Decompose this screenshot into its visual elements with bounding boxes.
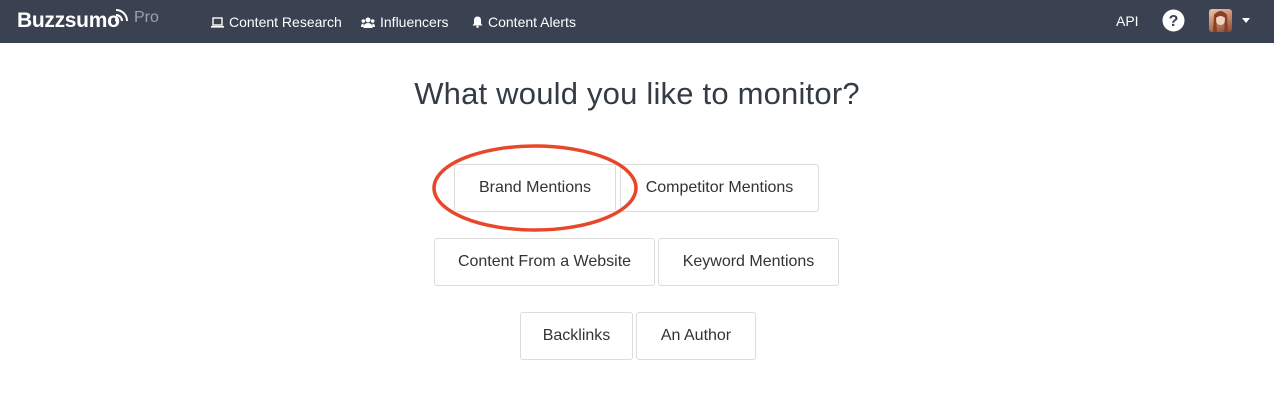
nav-label: Content Research xyxy=(229,14,342,30)
nav-label: Content Alerts xyxy=(488,14,576,30)
brand-pro-label: Pro xyxy=(134,9,159,26)
nav-content-research[interactable]: Content Research xyxy=(211,13,342,31)
top-navbar: Buzzsumo Pro Content Research Influencer… xyxy=(0,0,1274,43)
an-author-button[interactable]: An Author xyxy=(636,312,756,360)
laptop-icon xyxy=(211,16,224,28)
svg-text:?: ? xyxy=(1169,13,1179,30)
avatar-image xyxy=(1213,11,1228,32)
backlinks-button[interactable]: Backlinks xyxy=(520,312,633,360)
bell-icon xyxy=(472,16,483,28)
keyword-mentions-button[interactable]: Keyword Mentions xyxy=(658,238,839,286)
content-from-website-button[interactable]: Content From a Website xyxy=(434,238,655,286)
chevron-down-icon[interactable] xyxy=(1242,18,1250,23)
brand-mentions-button[interactable]: Brand Mentions xyxy=(454,164,616,212)
brand-name: Buzzsumo xyxy=(17,9,120,32)
users-icon xyxy=(361,17,375,28)
question-circle-icon[interactable]: ? xyxy=(1162,9,1185,32)
page-title: What would you like to monitor? xyxy=(414,76,860,111)
competitor-mentions-button[interactable]: Competitor Mentions xyxy=(620,164,819,212)
signal-icon xyxy=(115,9,128,22)
api-link[interactable]: API xyxy=(1116,13,1139,29)
nav-influencers[interactable]: Influencers xyxy=(361,13,448,31)
nav-content-alerts[interactable]: Content Alerts xyxy=(472,13,576,31)
nav-label: Influencers xyxy=(380,14,449,30)
user-avatar[interactable] xyxy=(1209,9,1232,32)
